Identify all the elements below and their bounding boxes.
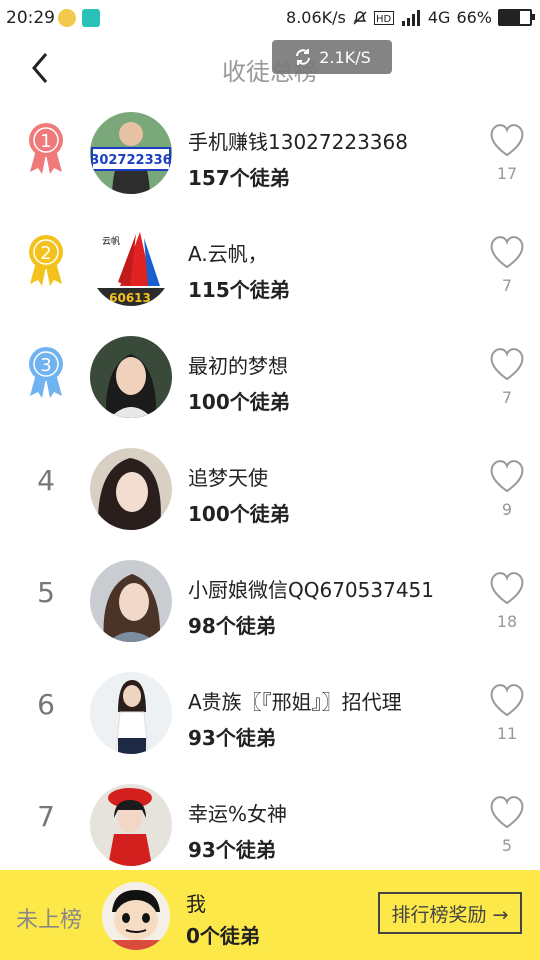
avatar[interactable]	[90, 560, 172, 642]
svg-text:HD: HD	[376, 14, 392, 25]
silver-medal-icon: 2	[29, 235, 63, 286]
disciple-count: 93个徒弟	[188, 726, 276, 750]
rank-number: 4	[37, 464, 55, 497]
ranking-row[interactable]: 4 追梦天使 100个徒弟 9	[0, 436, 540, 548]
user-name: 最初的梦想	[188, 354, 288, 378]
user-name: 小厨娘微信QQ670537451	[188, 578, 435, 602]
heart-icon[interactable]	[488, 458, 526, 494]
battery-percent: 66%	[456, 8, 492, 27]
user-name: 追梦天使	[188, 466, 268, 490]
avatar[interactable]	[90, 448, 172, 530]
ranking-row[interactable]: 2 云帆 60613 A.云帆， 115个徒弟 7	[0, 212, 540, 324]
speed-overlay: 2.1K/S	[272, 40, 392, 74]
ranking-row[interactable]: 7 幸运%女神 93个徒弟 5	[0, 772, 540, 884]
heart-icon[interactable]	[488, 122, 526, 158]
avatar[interactable]	[90, 672, 172, 754]
speed-overlay-text: 2.1K/S	[319, 47, 371, 67]
app-notification-icon	[82, 9, 100, 27]
disciple-count: 100个徒弟	[188, 502, 290, 526]
user-name: 手机赚钱13027223368	[188, 130, 408, 154]
status-right: 8.06K/s HD 4G 66%	[286, 8, 535, 27]
disciple-count: 93个徒弟	[188, 838, 276, 862]
status-bar: 20:29 8.06K/s HD 4G 66%	[0, 0, 540, 36]
network-type: 4G	[427, 8, 451, 27]
net-speed: 8.06K/s	[286, 8, 346, 27]
disciple-count: 115个徒弟	[188, 278, 290, 302]
rank-number: 7	[37, 800, 55, 833]
disciple-count: 100个徒弟	[188, 390, 290, 414]
user-name: 幸运%女神	[188, 802, 288, 826]
like-count: 17	[496, 164, 518, 183]
my-avatar[interactable]	[102, 882, 170, 950]
like-count: 7	[501, 388, 513, 407]
user-name: A贵族〖『邢姐』〗招代理	[188, 690, 402, 714]
page-title: 收徒总榜	[222, 58, 318, 86]
like-count: 5	[501, 836, 513, 855]
heart-icon[interactable]	[488, 682, 526, 718]
my-ranking-bar: 未上榜 我 0个徒弟 排行榜奖励 →	[0, 870, 540, 960]
bronze-medal-icon: 3	[29, 347, 63, 398]
avatar-id-text: 60613	[109, 291, 151, 305]
mute-icon	[353, 10, 367, 24]
heart-icon[interactable]	[488, 794, 526, 830]
heart-icon[interactable]	[488, 570, 526, 606]
rank-number: 6	[37, 688, 55, 721]
heart-icon[interactable]	[488, 234, 526, 270]
leaderboard-reward-button[interactable]: 排行榜奖励 →	[378, 892, 522, 934]
sync-icon	[296, 49, 311, 65]
avatar-phone-text: 13027223368	[90, 153, 172, 168]
like-count: 18	[496, 612, 518, 631]
avatar[interactable]: 云帆 60613	[90, 224, 172, 306]
avatar[interactable]	[90, 784, 172, 866]
my-name: 我	[186, 892, 206, 916]
battery-fill	[500, 11, 520, 24]
heart-icon[interactable]	[488, 346, 526, 382]
app-notification-icon	[58, 9, 76, 27]
gold-medal-icon: 1	[29, 123, 63, 174]
ranking-row[interactable]: 1 13027223368 手机赚钱13027223368 157个徒弟 17	[0, 100, 540, 212]
ranking-row[interactable]: 5 小厨娘微信QQ670537451 98个徒弟 18	[0, 548, 540, 660]
like-count: 7	[501, 276, 513, 295]
ranking-row[interactable]: 6 A贵族〖『邢姐』〗招代理 93个徒弟 11	[0, 660, 540, 772]
medal-rank-number: 2	[40, 243, 51, 264]
rank-number: 5	[37, 576, 55, 609]
avatar[interactable]	[90, 336, 172, 418]
user-name: A.云帆，	[188, 242, 268, 266]
battery-icon	[498, 9, 535, 26]
like-count: 9	[501, 500, 513, 519]
status-time: 20:29	[6, 8, 55, 28]
avatar[interactable]: 13027223368	[90, 112, 172, 194]
like-count: 11	[496, 724, 518, 743]
hd-icon: HD	[373, 10, 394, 25]
svg-text:云帆: 云帆	[102, 235, 120, 247]
my-disciple-count: 0个徒弟	[186, 924, 260, 948]
my-rank-status: 未上榜	[16, 908, 83, 933]
signal-icon	[401, 9, 420, 26]
medal-rank-number: 1	[40, 131, 51, 152]
disciple-count: 98个徒弟	[188, 614, 276, 638]
disciple-count: 157个徒弟	[188, 166, 290, 190]
medal-rank-number: 3	[40, 355, 51, 376]
app-header: 收徒总榜 2.1K/S	[0, 36, 540, 100]
ranking-row[interactable]: 3 最初的梦想 100个徒弟 7	[0, 324, 540, 436]
